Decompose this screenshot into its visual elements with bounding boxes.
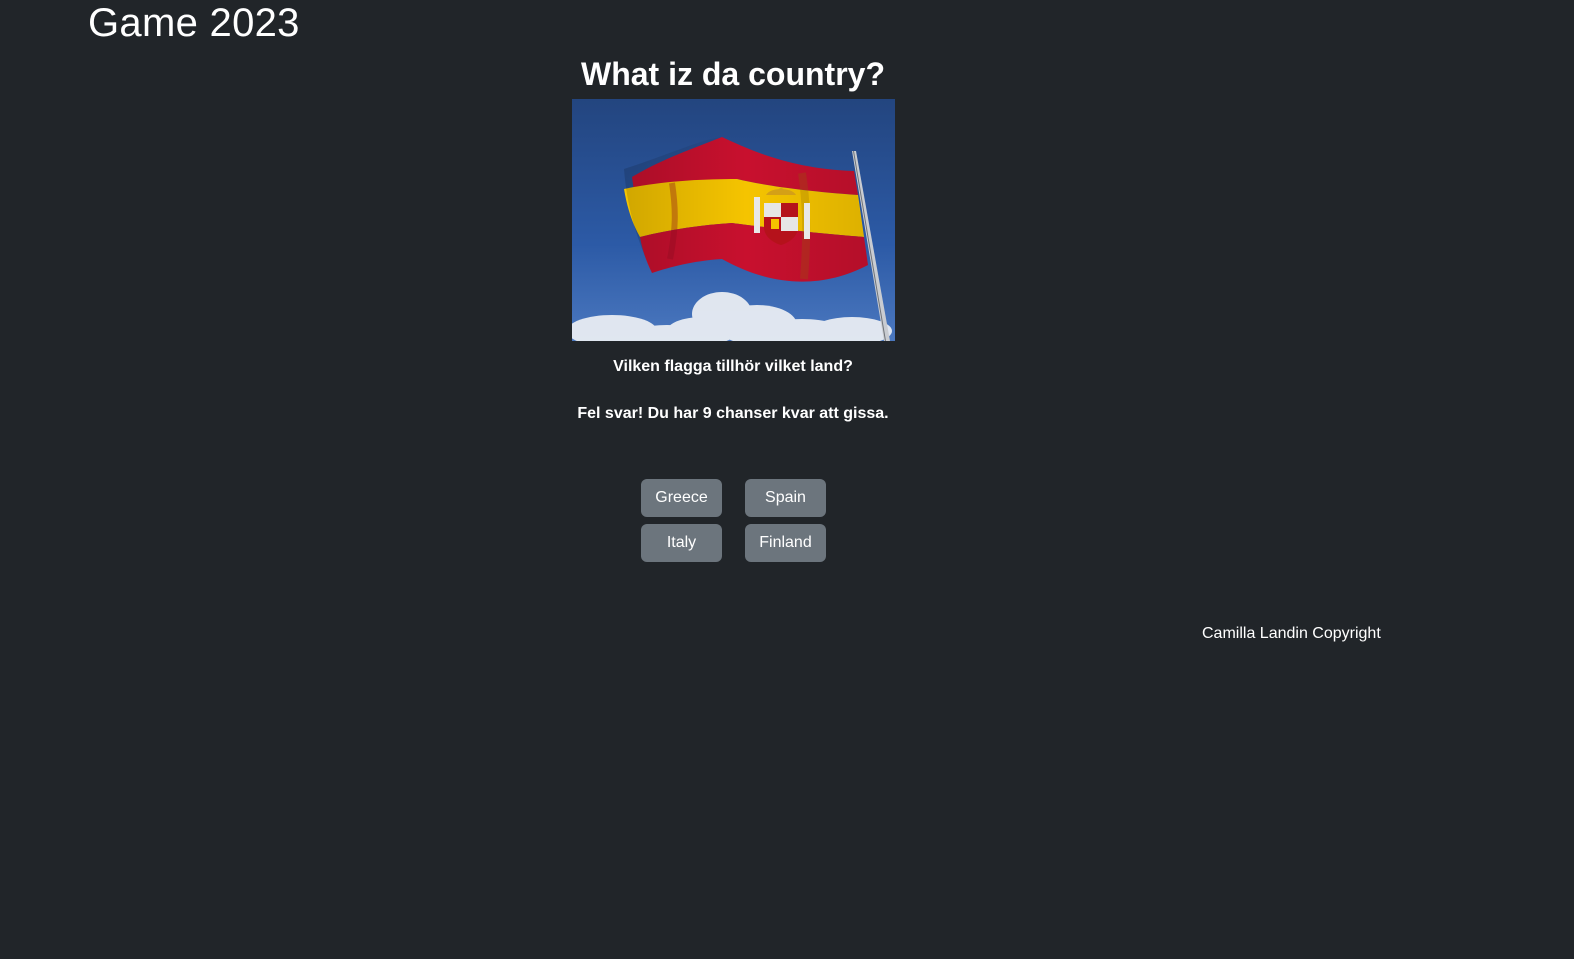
answer-button-finland[interactable]: Finland bbox=[745, 524, 826, 562]
game-heading: What iz da country? bbox=[581, 56, 885, 92]
answer-button-italy[interactable]: Italy bbox=[641, 524, 722, 562]
footer-copyright: Camilla Landin Copyright bbox=[1202, 625, 1381, 642]
question-text: Vilken flagga tillhör vilket land? bbox=[613, 358, 853, 375]
feedback-text: Fel svar! Du har 9 chanser kvar att giss… bbox=[577, 405, 889, 422]
answer-button-spain[interactable]: Spain bbox=[745, 479, 826, 517]
flag-image bbox=[572, 99, 895, 341]
answer-button-greece[interactable]: Greece bbox=[641, 479, 722, 517]
site-title: Game 2023 bbox=[88, 1, 300, 45]
